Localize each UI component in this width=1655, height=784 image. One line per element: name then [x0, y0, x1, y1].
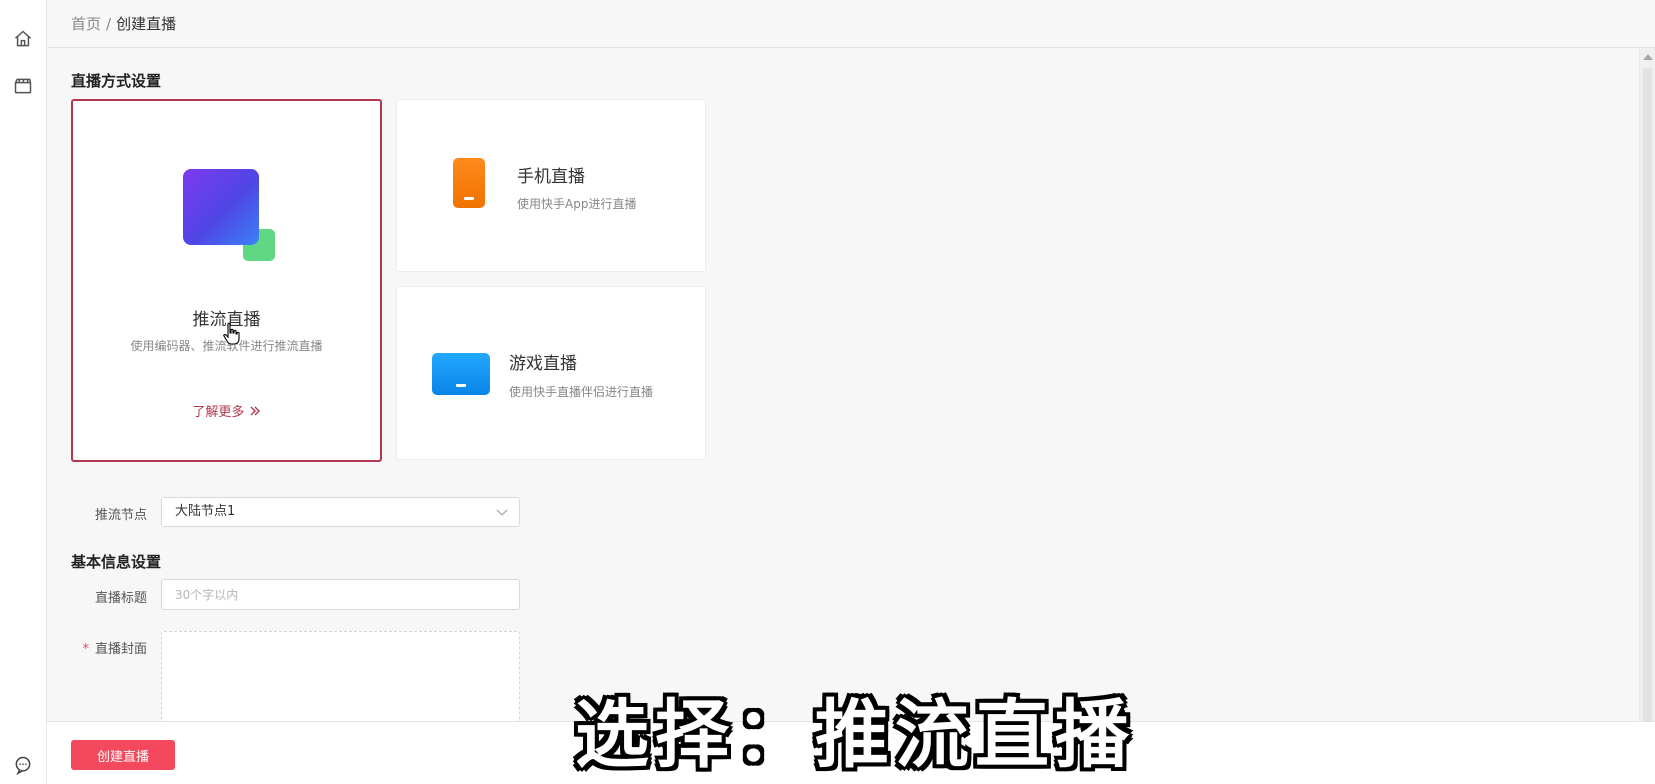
mobile-live-title: 手机直播 — [517, 167, 585, 187]
game-live-option-card[interactable]: 游戏直播 使用快手直播伴侣进行直播 — [396, 286, 706, 460]
live-cover-label-text: 直播封面 — [94, 642, 147, 657]
live-title-input[interactable] — [161, 579, 520, 610]
game-live-title: 游戏直播 — [509, 354, 577, 374]
cover-upload-area[interactable] — [161, 631, 520, 721]
live-title-label: 直播标题 — [94, 591, 147, 606]
breadcrumb: 首页 / 创建直播 — [47, 0, 1655, 48]
push-node-select[interactable]: 大陆节点1 — [161, 497, 520, 527]
scroll-up-arrow-icon[interactable] — [1643, 54, 1653, 60]
home-icon[interactable] — [10, 26, 36, 52]
breadcrumb-separator: / — [106, 14, 112, 33]
create-live-button[interactable]: 创建直播 — [71, 740, 175, 770]
push-node-label: 推流节点 — [94, 508, 147, 523]
game-live-description: 使用快手直播伴侣进行直播 — [509, 385, 654, 399]
breadcrumb-current: 创建直播 — [116, 15, 177, 33]
live-mode-section-title: 直播方式设置 — [71, 72, 162, 90]
live-cover-label: * 直播封面 — [37, 638, 147, 657]
push-stream-icon — [183, 169, 275, 261]
scroll-thumb[interactable] — [1643, 68, 1652, 728]
chevron-down-icon — [496, 509, 508, 516]
learn-more-label: 了解更多 — [192, 405, 245, 420]
mobile-live-option-card[interactable]: 手机直播 使用快手App进行直播 — [396, 99, 706, 272]
clapperboard-icon[interactable] — [10, 73, 36, 99]
double-chevron-right-icon — [249, 405, 261, 420]
sidebar — [0, 0, 47, 784]
mobile-live-description: 使用快手App进行直播 — [517, 197, 637, 211]
push-node-value: 大陆节点1 — [175, 504, 236, 519]
breadcrumb-home[interactable]: 首页 — [71, 13, 101, 34]
hand-cursor-icon — [223, 322, 240, 345]
phone-icon — [453, 158, 485, 208]
video-subtitle-overlay: 选择：推流直播 — [575, 692, 1135, 778]
chat-feedback-icon[interactable] — [10, 752, 36, 778]
push-stream-option-card[interactable]: 推流直播 使用编码器、推流软件进行推流直播 了解更多 — [71, 99, 382, 462]
game-screen-icon — [432, 353, 490, 395]
learn-more-link[interactable]: 了解更多 — [73, 401, 380, 420]
basic-info-section-title: 基本信息设置 — [71, 553, 162, 571]
required-mark: * — [82, 642, 89, 657]
vertical-scrollbar[interactable] — [1639, 48, 1655, 736]
